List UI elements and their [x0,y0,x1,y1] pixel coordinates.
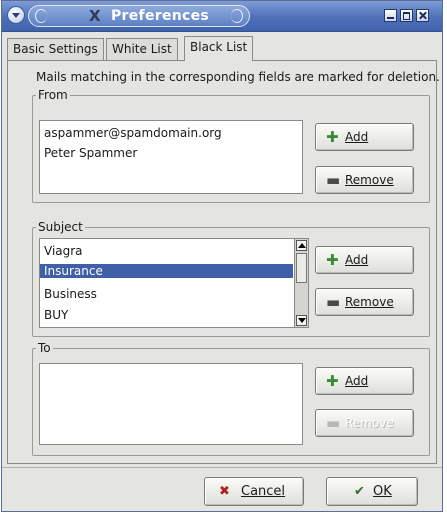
title-pill: X Preferences [28,5,250,27]
plus-icon: ✚ [326,372,339,390]
minimize-icon[interactable] [384,9,397,22]
from-remove-button[interactable]: ▬ Remove [315,166,414,194]
scroll-up-icon[interactable] [296,240,307,251]
minus-icon: ▬ [326,293,341,311]
window-menu-icon[interactable] [7,6,25,24]
divider [2,467,442,468]
minus-icon: ▬ [326,414,341,432]
to-group: To ✚ Add ▬ Remove [32,341,430,456]
tab-basic-settings[interactable]: Basic Settings [7,38,104,60]
scroll-thumb[interactable] [296,253,307,283]
subject-list[interactable]: Viagra Insurance Business BUY [39,238,309,328]
window-title: Preferences [111,8,210,24]
preferences-window: X Preferences Basic Settings White List … [1,0,443,512]
subject-remove-button[interactable]: ▬ Remove [315,288,414,316]
close-icon[interactable] [416,9,429,22]
tab-black-list[interactable]: Black List [184,36,254,61]
from-list[interactable]: aspammer@spamdomain.org Peter Spammer [39,120,303,194]
list-item-selected[interactable]: Insurance [40,264,293,278]
list-item[interactable]: aspammer@spamdomain.org [44,126,222,140]
scroll-down-icon[interactable] [296,315,307,326]
tab-white-list[interactable]: White List [106,38,178,60]
to-list[interactable] [39,363,303,445]
to-group-label: To [36,341,53,355]
subject-add-button[interactable]: ✚ Add [315,246,414,274]
tab-label: White List [112,42,172,56]
tab-label: Basic Settings [13,42,98,56]
subject-scrollbar[interactable] [294,239,308,327]
minus-icon: ▬ [326,171,341,189]
subject-group: Subject Viagra Insurance Business BUY ✚ … [32,220,430,337]
subject-group-label: Subject [36,220,85,234]
plus-icon: ✚ [326,251,339,269]
x-icon: ✖ [219,484,230,499]
title-bar[interactable]: X Preferences [2,1,442,32]
to-add-button[interactable]: ✚ Add [315,367,414,395]
list-item[interactable]: Peter Spammer [44,146,137,160]
from-group-label: From [36,88,70,102]
cancel-button[interactable]: ✖ Cancel [204,477,304,506]
description-text: Mails matching in the corresponding fiel… [36,70,440,84]
maximize-icon[interactable] [400,9,413,22]
app-icon: X [89,7,101,25]
from-group: From aspammer@spamdomain.org Peter Spamm… [32,88,430,203]
list-item[interactable]: Viagra [44,244,83,258]
from-add-button[interactable]: ✚ Add [315,123,414,151]
check-icon: ✔ [354,484,365,499]
to-remove-button[interactable]: ▬ Remove [315,409,414,437]
list-item[interactable]: BUY [44,308,68,322]
tab-label: Black List [190,40,248,54]
ok-button[interactable]: ✔ OK [326,477,418,506]
plus-icon: ✚ [326,128,339,146]
list-item[interactable]: Business [44,287,97,301]
